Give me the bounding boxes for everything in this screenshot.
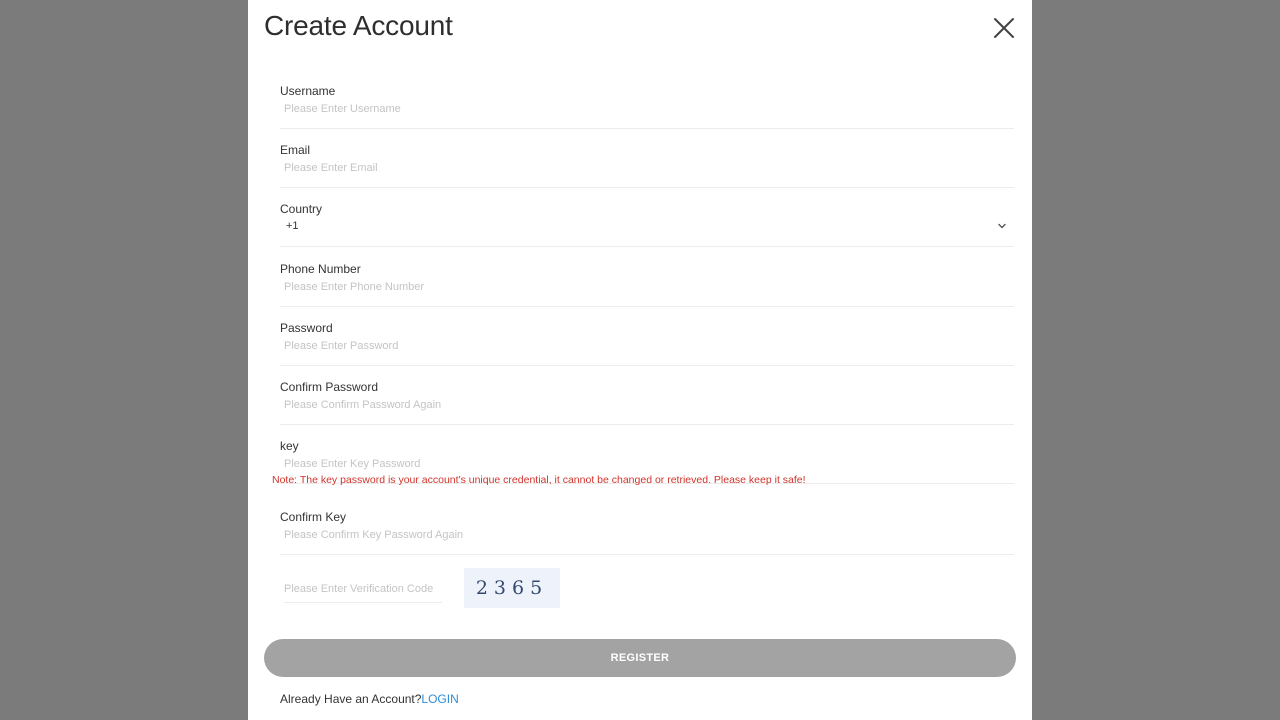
key-label: key bbox=[280, 439, 299, 453]
email-field: Email bbox=[280, 143, 1014, 188]
close-button[interactable] bbox=[990, 14, 1018, 42]
country-label: Country bbox=[280, 202, 323, 216]
country-value: +1 bbox=[286, 220, 299, 232]
password-field: Password bbox=[280, 321, 1014, 366]
password-input[interactable] bbox=[284, 337, 984, 355]
username-label: Username bbox=[280, 84, 336, 98]
confirm-key-label: Confirm Key bbox=[280, 510, 347, 524]
key-input[interactable] bbox=[284, 455, 984, 473]
key-note: Note: The key password is your account's… bbox=[272, 474, 806, 486]
chevron-down-icon bbox=[998, 223, 1006, 229]
modal-title: Create Account bbox=[264, 10, 453, 41]
phone-label: Phone Number bbox=[280, 262, 361, 276]
confirm-key-field: Confirm Key bbox=[280, 510, 1014, 555]
country-select[interactable]: Country +1 bbox=[280, 202, 1014, 247]
verification-code-input[interactable] bbox=[284, 580, 442, 603]
register-button[interactable]: REGISTER bbox=[264, 639, 1016, 677]
create-account-modal: Create Account Username Email Country +1… bbox=[248, 0, 1032, 720]
login-prompt: Already Have an Account?LOGIN bbox=[280, 692, 459, 706]
close-icon bbox=[994, 18, 1014, 38]
login-prompt-text: Already Have an Account? bbox=[280, 692, 422, 706]
confirm-password-field: Confirm Password bbox=[280, 380, 1014, 425]
username-field: Username bbox=[280, 84, 1014, 129]
phone-field: Phone Number bbox=[280, 262, 1014, 307]
email-label: Email bbox=[280, 143, 311, 157]
username-input[interactable] bbox=[284, 100, 984, 118]
password-label: Password bbox=[280, 321, 333, 335]
phone-input[interactable] bbox=[284, 278, 984, 296]
confirm-key-input[interactable] bbox=[284, 526, 984, 544]
confirm-password-label: Confirm Password bbox=[280, 380, 379, 394]
captcha-image[interactable]: 2365 bbox=[464, 568, 560, 608]
confirm-password-input[interactable] bbox=[284, 396, 984, 414]
login-link[interactable]: LOGIN bbox=[421, 692, 458, 706]
email-input[interactable] bbox=[284, 159, 984, 177]
